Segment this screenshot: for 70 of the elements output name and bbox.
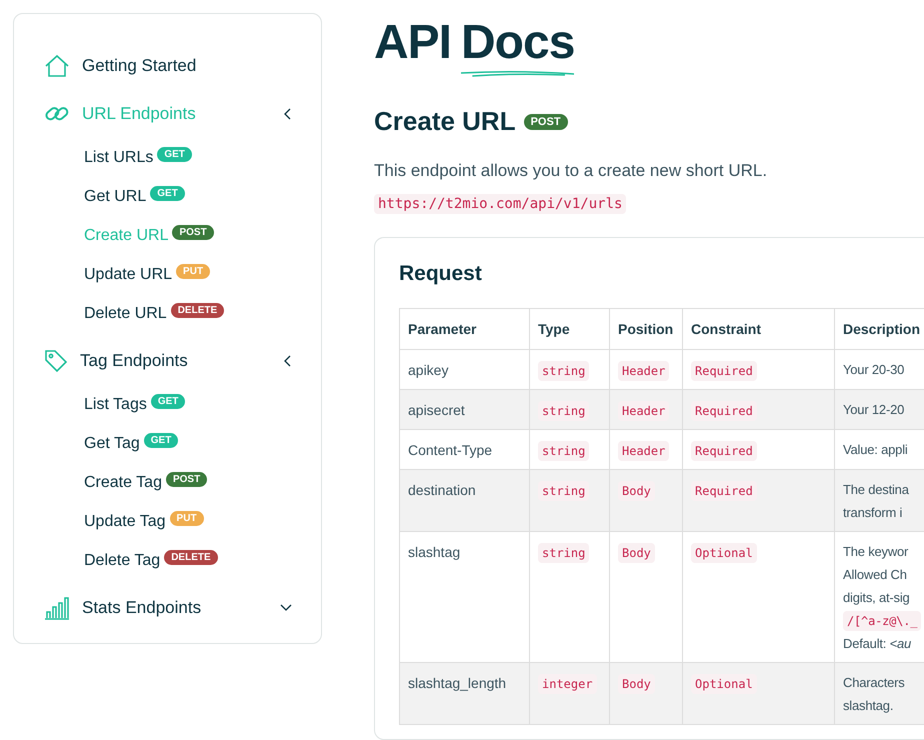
- position-code: Body: [618, 674, 655, 694]
- constraint-code: Required: [691, 481, 757, 501]
- position-code: Header: [618, 401, 670, 421]
- constraint-code: Required: [691, 401, 757, 421]
- description-text: Value: appli: [843, 441, 909, 459]
- endpoint-description: This endpoint allows you to a create new short URL.: [374, 161, 768, 181]
- description-text: transform i: [843, 504, 904, 522]
- description-text: Characters: [843, 674, 906, 692]
- method-badge: GET: [144, 433, 178, 448]
- nav-item[interactable]: Get URL GET: [84, 177, 321, 216]
- description-text: Your 12-20: [843, 401, 906, 419]
- method-badge: POST: [166, 472, 208, 487]
- nav-item[interactable]: Create Tag POST: [84, 463, 321, 502]
- position-code: Header: [618, 441, 670, 461]
- nav-section[interactable]: Getting Started: [44, 42, 292, 90]
- constraint-code: Optional: [691, 674, 757, 694]
- position-code: Header: [618, 361, 670, 381]
- nav-item[interactable]: Delete URL DELETE: [84, 294, 321, 333]
- nav-item[interactable]: List Tags GET: [84, 385, 321, 424]
- table-cell: apisecret: [400, 390, 530, 430]
- bar-chart-icon: [44, 596, 70, 620]
- type-code: string: [538, 361, 590, 381]
- endpoint-url: https://t2mio.com/api/v1/urls: [374, 194, 626, 214]
- nav-item[interactable]: Update URL PUT: [84, 255, 321, 294]
- description-text: slashtag.: [843, 697, 894, 715]
- nav-item[interactable]: Delete Tag DELETE: [84, 541, 321, 580]
- column-header: Parameter: [400, 308, 530, 350]
- method-badge: POST: [172, 225, 214, 240]
- description-text: Allowed Ch: [843, 566, 908, 584]
- method-badge: DELETE: [164, 550, 218, 565]
- underline-swoosh-icon: [461, 70, 574, 78]
- type-code: string: [538, 481, 590, 501]
- nav-item[interactable]: List URLs GET: [84, 138, 321, 177]
- description-text: The destina: [843, 481, 910, 499]
- method-badge: PUT: [176, 264, 210, 279]
- method-badge: GET: [157, 147, 192, 162]
- nav-item[interactable]: Get Tag GET: [84, 424, 321, 463]
- table-cell: apikey: [400, 350, 530, 390]
- pattern-code: /[^a-z@\._: [843, 611, 922, 631]
- endpoint-heading: Create URL: [374, 106, 516, 137]
- tag-icon: [44, 349, 68, 373]
- home-icon: [44, 54, 70, 78]
- nav-section[interactable]: Tag Endpoints: [44, 337, 292, 385]
- table-cell: slashtag: [400, 532, 530, 662]
- description-text: digits, at-sig: [843, 589, 911, 607]
- table-cell: slashtag_length: [400, 662, 530, 724]
- card-title: Request: [399, 262, 483, 286]
- type-code: string: [538, 543, 590, 563]
- type-code: integer: [538, 674, 597, 694]
- description-text: Default: <au: [843, 635, 912, 653]
- type-code: string: [538, 401, 590, 421]
- method-badge: GET: [150, 186, 185, 201]
- description-text: The keywor: [843, 543, 910, 561]
- method-badge: DELETE: [170, 303, 224, 318]
- constraint-code: Optional: [691, 543, 757, 563]
- method-badge: PUT: [170, 511, 204, 526]
- table-cell: Content-Type: [400, 430, 530, 470]
- nav-item[interactable]: Update Tag PUT: [84, 502, 321, 541]
- constraint-code: Required: [691, 361, 757, 381]
- constraint-code: Required: [691, 441, 757, 461]
- position-code: Body: [618, 543, 655, 563]
- nav-item[interactable]: Create URL POST: [84, 216, 321, 255]
- method-badge: GET: [150, 394, 186, 409]
- nav-section[interactable]: Stats Endpoints: [44, 584, 292, 632]
- page-title: API Docs: [374, 15, 924, 70]
- type-code: string: [538, 441, 590, 461]
- table-cell: destination: [400, 470, 530, 532]
- description-text: Your 20-30: [843, 361, 906, 379]
- method-badge: POST: [524, 114, 568, 130]
- position-code: Body: [618, 481, 655, 501]
